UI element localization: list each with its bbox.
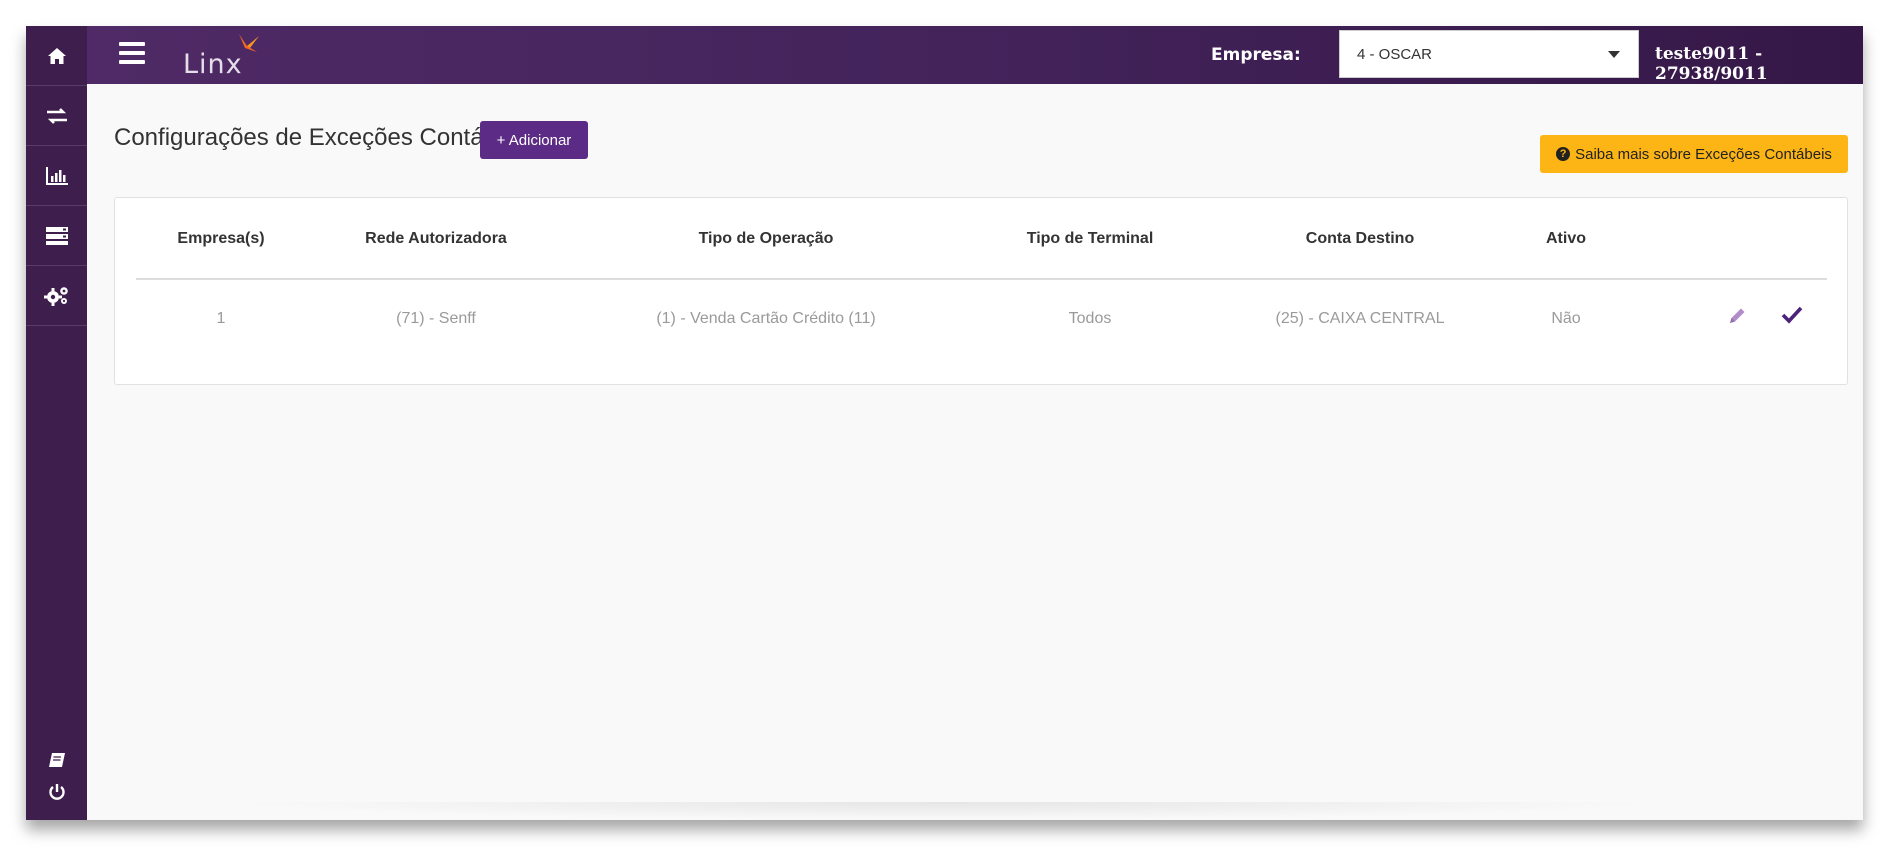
learn-more-label: Saiba mais sobre Exceções Contábeis (1575, 145, 1832, 163)
header-divider (136, 278, 1827, 280)
column-header-conta-destino[interactable]: Conta Destino (1306, 230, 1414, 248)
logo-mark-icon (239, 34, 259, 52)
app-window: Linx Empresa: 4 - OSCAR teste9011 - 2793… (26, 26, 1863, 820)
sidebar (26, 26, 87, 820)
exceptions-table: Empresa(s) Rede Autorizadora Tipo de Ope… (114, 197, 1848, 385)
cell-tipo-terminal: Todos (1068, 310, 1112, 327)
empresa-select[interactable]: 4 - OSCAR (1339, 30, 1639, 78)
content-bottom-shadow (226, 802, 1666, 820)
linx-logo: Linx (183, 32, 273, 80)
pencil-icon (1730, 308, 1745, 323)
activate-button[interactable] (1781, 306, 1803, 329)
sidebar-item-servers[interactable] (26, 206, 87, 266)
cell-rede-autorizadora: (71) - Senff (396, 310, 476, 327)
question-circle-icon: ? (1556, 147, 1571, 161)
add-button[interactable]: + Adicionar (480, 121, 588, 159)
empresa-select-value: 4 - OSCAR (1357, 46, 1433, 63)
column-header-tipo-terminal[interactable]: Tipo de Terminal (1027, 230, 1154, 248)
server-icon (45, 226, 69, 246)
transfer-icon (45, 107, 69, 125)
column-header-tipo-operacao[interactable]: Tipo de Operação (699, 230, 834, 248)
cell-tipo-operacao: (1) - Venda Cartão Crédito (11) (656, 310, 876, 327)
menu-toggle-button[interactable] (119, 40, 145, 66)
learn-more-button[interactable]: ? Saiba mais sobre Exceções Contábeis (1540, 135, 1848, 173)
column-header-rede-autorizadora[interactable]: Rede Autorizadora (365, 230, 507, 248)
top-bar: Linx Empresa: 4 - OSCAR teste9011 - 2793… (87, 26, 1863, 84)
cell-conta-destino: (25) - CAIXA CENTRAL (1275, 310, 1445, 327)
sidebar-item-home[interactable] (26, 26, 87, 86)
cell-empresas: 1 (216, 310, 226, 327)
column-header-ativo[interactable]: Ativo (1546, 230, 1586, 248)
book-icon (48, 752, 66, 773)
home-icon (47, 47, 67, 65)
gears-icon (43, 285, 70, 307)
hamburger-icon (119, 42, 145, 46)
bar-chart-icon (45, 166, 69, 186)
check-icon (1781, 306, 1803, 324)
sidebar-item-settings[interactable] (26, 266, 87, 326)
chevron-down-icon (1608, 51, 1620, 58)
empresa-label: Empresa: (1211, 45, 1301, 65)
column-header-empresas[interactable]: Empresa(s) (177, 230, 264, 248)
power-icon (48, 783, 66, 806)
sidebar-item-reports[interactable] (26, 146, 87, 206)
sidebar-item-logout[interactable] (26, 778, 87, 810)
page-title: Configurações de Exceções Contábeis (114, 124, 528, 151)
cell-ativo: Não (1551, 310, 1581, 327)
sidebar-item-transfers[interactable] (26, 86, 87, 146)
user-info: teste9011 - 27938/9011 (1655, 44, 1768, 84)
sidebar-item-manual[interactable] (26, 746, 87, 778)
edit-button[interactable] (1727, 306, 1747, 331)
